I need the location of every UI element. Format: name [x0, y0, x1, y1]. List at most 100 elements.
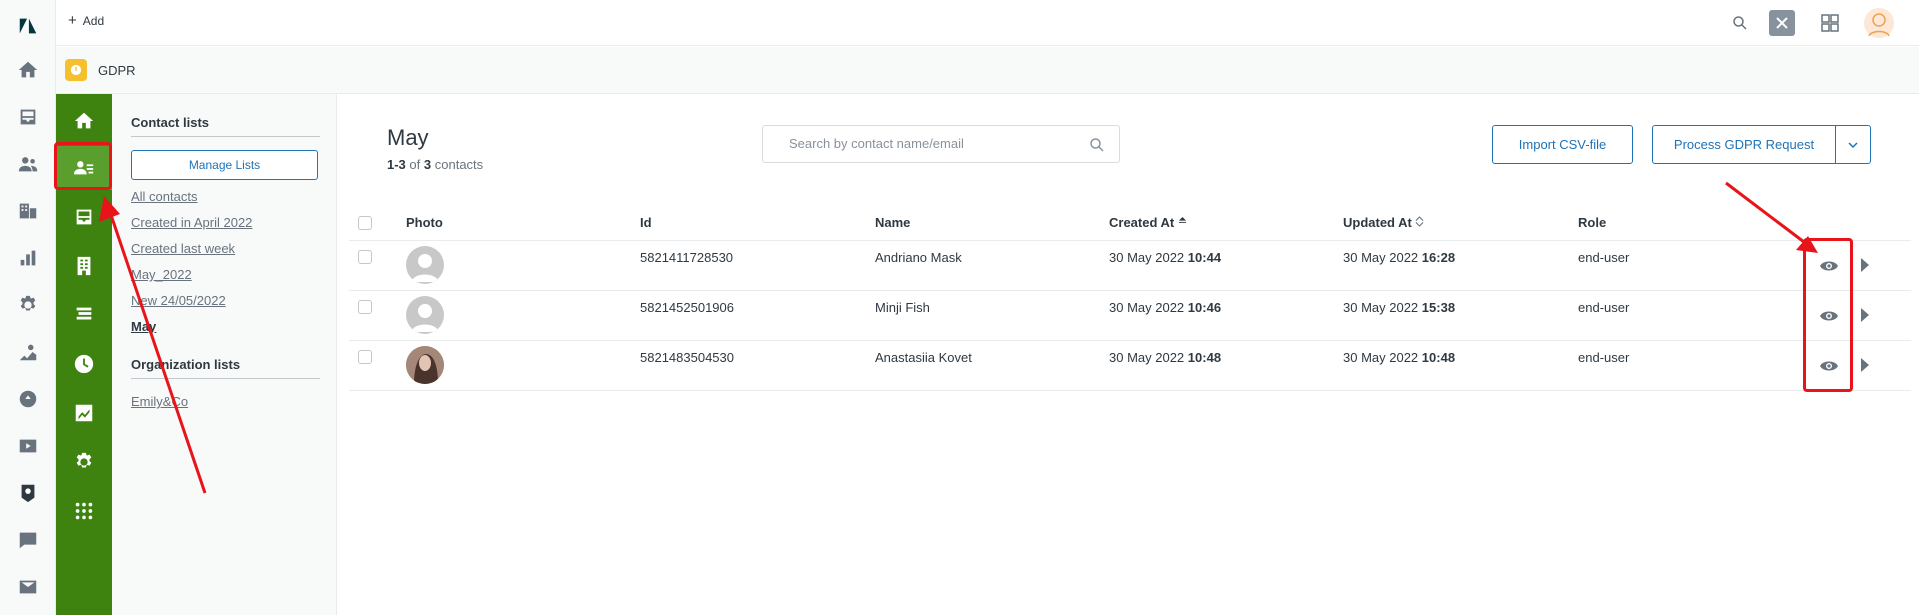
home-icon[interactable] [16, 58, 40, 82]
admin-gear-icon[interactable] [16, 293, 40, 317]
created-date: 30 May 2022 [1109, 350, 1185, 365]
list-link-created-last-week[interactable]: Created last week [131, 241, 235, 256]
org-list-link[interactable]: Emily&Co [131, 394, 188, 409]
avatar [406, 296, 444, 334]
add-button-label: Add [82, 14, 105, 28]
divider [131, 378, 320, 379]
process-gdpr-request-button[interactable]: Process GDPR Request [1652, 125, 1836, 164]
table-divider [349, 390, 1911, 391]
users-icon[interactable] [16, 152, 40, 176]
building-icon [77, 256, 91, 276]
app-mail-icon[interactable] [16, 575, 40, 599]
divider [131, 136, 320, 137]
page-title: May [387, 125, 429, 150]
inbox-icon[interactable] [16, 105, 40, 129]
chart-icon [75, 404, 93, 422]
product-rail [0, 0, 56, 615]
nav-tickets[interactable] [56, 195, 112, 239]
nav-home[interactable] [56, 99, 112, 143]
gdpr-app-icon[interactable] [16, 481, 40, 505]
select-all-checkbox[interactable] [358, 216, 372, 230]
close-icon[interactable] [1769, 10, 1795, 36]
column-header-role: Role [1578, 215, 1607, 230]
column-header-created-at[interactable]: Created At [1109, 215, 1187, 230]
nav-reports[interactable] [56, 391, 112, 435]
count-total: 3 [423, 157, 432, 172]
cell-updated-at: 30 May 2022 10:48 [1343, 350, 1455, 365]
created-time: 10:46 [1187, 300, 1222, 315]
highlight-box [1803, 238, 1853, 392]
cell-id: 5821483504530 [640, 350, 734, 365]
cell-created-at: 30 May 2022 10:48 [1109, 350, 1221, 365]
nav-lists[interactable] [56, 292, 112, 336]
manage-lists-button[interactable]: Manage Lists [131, 150, 318, 180]
process-dropdown-button[interactable] [1835, 125, 1871, 164]
nav-history[interactable] [56, 342, 112, 386]
row-checkbox[interactable] [358, 250, 372, 264]
row-checkbox[interactable] [358, 350, 372, 364]
expand-caret-icon[interactable] [1860, 307, 1870, 323]
created-time: 10:48 [1187, 350, 1222, 365]
cell-name[interactable]: Andriano Mask [875, 250, 962, 265]
cell-name[interactable]: Minji Fish [875, 300, 930, 315]
expand-caret-icon[interactable] [1860, 257, 1870, 273]
list-link-all-contacts[interactable]: All contacts [131, 189, 197, 204]
cell-created-at: 30 May 2022 10:46 [1109, 300, 1221, 315]
nav-organizations[interactable] [56, 244, 112, 288]
nav-settings[interactable] [56, 440, 112, 484]
updated-time: 15:38 [1421, 300, 1456, 315]
list-sidebar: Contact lists Manage Lists All contacts … [112, 94, 337, 615]
column-header-name[interactable]: Name [875, 215, 910, 230]
cell-role: end-user [1578, 250, 1630, 265]
app-gauge-icon[interactable] [16, 387, 40, 411]
gear-icon [76, 452, 92, 468]
top-bar: + Add [56, 0, 1919, 46]
add-button[interactable]: + Add [68, 12, 105, 29]
cell-id: 5821452501906 [640, 300, 734, 315]
table-divider [349, 290, 1911, 291]
sort-asc-icon [1178, 217, 1186, 223]
app-title: GDPR [98, 63, 136, 78]
user-avatar[interactable] [1864, 8, 1894, 38]
created-at-label: Created At [1109, 215, 1175, 230]
cell-updated-at: 30 May 2022 15:38 [1343, 300, 1455, 315]
organizations-icon[interactable] [16, 199, 40, 223]
updated-time: 16:28 [1421, 250, 1456, 265]
column-header-id[interactable]: Id [640, 215, 652, 230]
apps-grid-icon[interactable] [1821, 14, 1839, 32]
search-icon[interactable] [1732, 15, 1748, 31]
app-header: GDPR [56, 47, 1919, 94]
inbox-icon [76, 209, 92, 225]
app-video-icon[interactable] [16, 434, 40, 458]
result-count: 1-3 of 3 contacts [387, 157, 483, 172]
app-chat-icon[interactable] [16, 528, 40, 552]
list-link-may-2022[interactable]: May_2022 [131, 267, 192, 282]
avatar [406, 246, 444, 284]
cell-role: end-user [1578, 350, 1630, 365]
updated-at-label: Updated At [1343, 215, 1412, 230]
zendesk-logo-icon[interactable] [16, 14, 40, 38]
updated-date: 30 May 2022 [1343, 250, 1419, 265]
home-icon [74, 112, 94, 129]
reports-icon[interactable] [16, 246, 40, 270]
app-chart-icon[interactable] [16, 340, 40, 364]
cell-name[interactable]: Anastasiia Kovet [875, 350, 972, 365]
updated-date: 30 May 2022 [1343, 350, 1419, 365]
plus-icon: + [68, 12, 77, 29]
search-icon[interactable] [1089, 137, 1105, 153]
count-suffix: contacts [434, 157, 484, 172]
import-csv-button[interactable]: Import CSV-file [1492, 125, 1633, 164]
row-checkbox[interactable] [358, 300, 372, 314]
avatar [406, 346, 444, 384]
cell-created-at: 30 May 2022 10:44 [1109, 250, 1221, 265]
search-input[interactable] [789, 136, 1079, 151]
sort-icon [1416, 216, 1424, 227]
expand-caret-icon[interactable] [1860, 357, 1870, 373]
list-link-new-24-05[interactable]: New 24/05/2022 [131, 293, 226, 308]
nav-more[interactable] [56, 489, 112, 533]
column-header-updated-at[interactable]: Updated At [1343, 215, 1424, 230]
contact-lists-title: Contact lists [131, 115, 210, 130]
list-link-created-april[interactable]: Created in April 2022 [131, 215, 252, 230]
updated-time: 10:48 [1421, 350, 1456, 365]
list-link-may[interactable]: May [131, 319, 156, 334]
